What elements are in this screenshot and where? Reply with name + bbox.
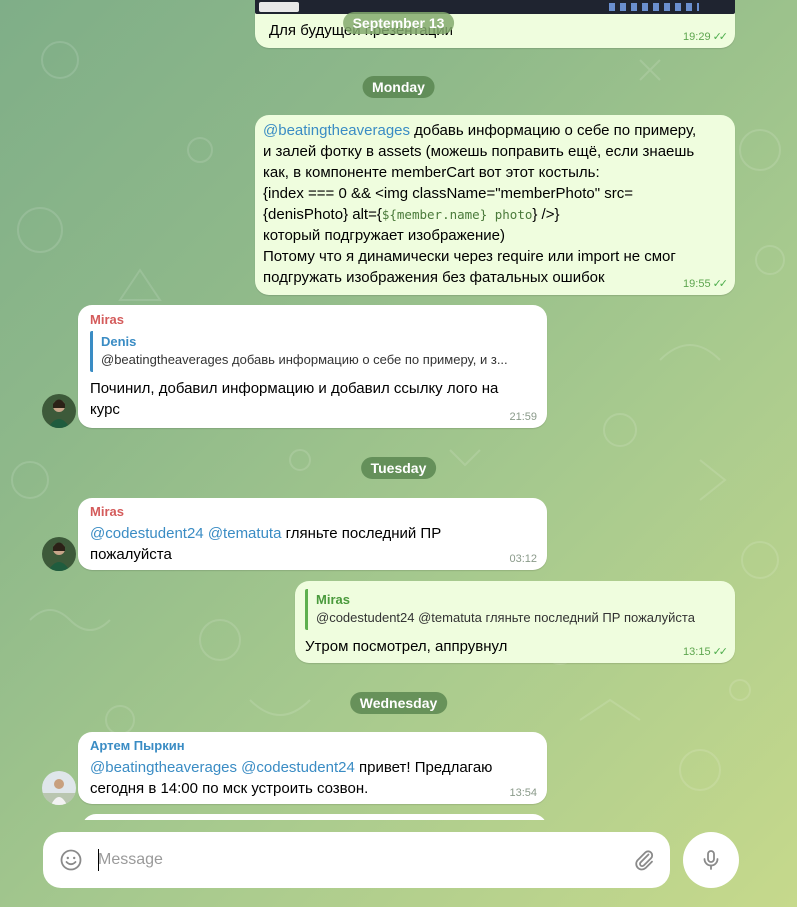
message-text: @codestudent24 @tematuta гляньте последн… (90, 525, 442, 563)
reply-text: @beatingtheaverages добавь информацию о … (101, 352, 508, 367)
reply-author: Miras (316, 592, 350, 607)
microphone-icon (703, 850, 719, 870)
message-time: 13:15 ✓✓ (683, 646, 729, 658)
message-text: Утром посмотрел, аппрувнул (305, 638, 508, 655)
voice-record-button[interactable] (683, 832, 739, 888)
date-separator: Monday (362, 76, 435, 98)
mention-link[interactable]: @codestudent24 (241, 759, 355, 776)
mention-link[interactable]: @beatingtheaverages (263, 122, 410, 139)
paperclip-icon[interactable] (632, 848, 656, 872)
message-incoming-partial[interactable] (82, 814, 547, 820)
double-check-icon: ✓✓ (712, 31, 729, 43)
double-check-icon: ✓✓ (712, 278, 729, 290)
reply-author: Denis (101, 334, 137, 349)
message-time: 03:12 (509, 553, 537, 565)
mention-link[interactable]: @codestudent24 (90, 525, 204, 542)
message-incoming[interactable]: Артем Пыркин @beatingtheaverages @codest… (78, 732, 547, 804)
message-text: @beatingtheaverages @codestudent24 приве… (90, 759, 493, 797)
sender-name[interactable]: Артем Пыркин (90, 737, 535, 755)
message-incoming[interactable]: Miras @codestudent24 @tematuta гляньте п… (78, 498, 547, 570)
avatar-miras[interactable] (42, 394, 76, 428)
message-time: 13:54 (509, 787, 537, 799)
message-composer (43, 832, 670, 888)
message-input[interactable] (98, 847, 578, 873)
message-time: 19:55 ✓✓ (683, 278, 729, 290)
message-outgoing[interactable]: @beatingtheaverages добавь информацию о … (255, 115, 735, 295)
attached-screenshot-preview[interactable] (255, 0, 735, 14)
reply-text: @codestudent24 @tematuta гляньте последн… (316, 610, 695, 625)
date-separator: September 13 (342, 12, 455, 34)
message-text: Починил, добавил информацию и добавил сс… (90, 380, 499, 418)
mention-link[interactable]: @tematuta (208, 525, 282, 542)
sender-name[interactable]: Miras (90, 311, 535, 329)
avatar-miras[interactable] (42, 537, 76, 571)
screenshot-taskbar-icons (609, 3, 699, 11)
double-check-icon: ✓✓ (712, 646, 729, 658)
message-list[interactable]: Для будущей презентации 19:29✓✓ Septembe… (0, 0, 797, 820)
screenshot-browser-tab (259, 2, 299, 12)
smile-icon[interactable] (59, 848, 83, 872)
reply-quote[interactable]: Denis @beatingtheaverages добавь информа… (90, 331, 535, 372)
reply-quote[interactable]: Miras @codestudent24 @tematuta гляньте п… (305, 589, 723, 630)
avatar-artem[interactable] (42, 771, 76, 805)
date-separator: Wednesday (349, 692, 448, 714)
mention-link[interactable]: @beatingtheaverages (90, 759, 237, 776)
message-time: 19:29 ✓✓ (683, 31, 729, 43)
sender-name[interactable]: Miras (90, 503, 535, 521)
message-incoming[interactable]: Miras Denis @beatingtheaverages добавь и… (78, 305, 547, 428)
message-text: @beatingtheaverages добавь информацию о … (263, 122, 697, 286)
inline-code: ${member.name} photo (381, 207, 533, 222)
date-separator: Tuesday (360, 457, 437, 479)
message-outgoing[interactable]: Miras @codestudent24 @tematuta гляньте п… (295, 581, 735, 663)
message-time: 21:59 (509, 411, 537, 423)
